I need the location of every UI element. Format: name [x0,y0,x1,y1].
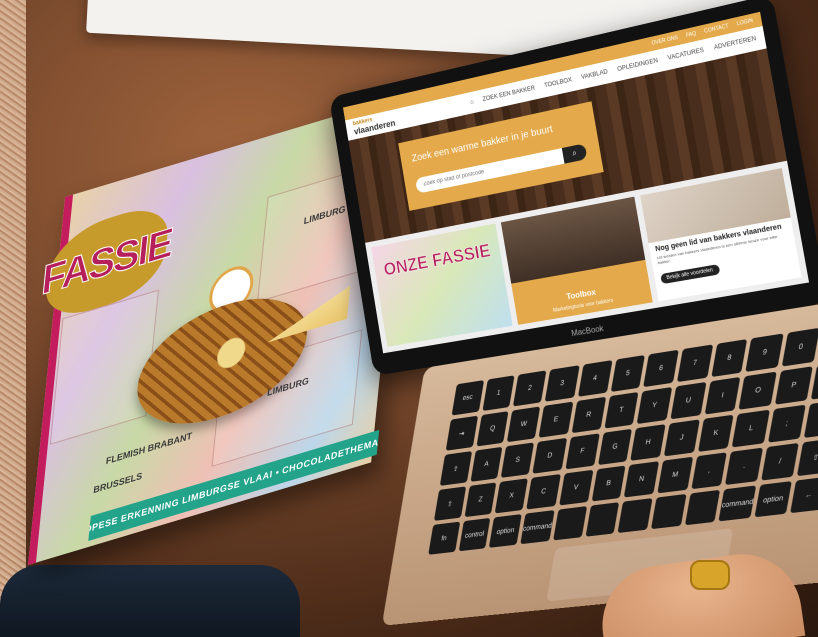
keyboard-key[interactable]: 6 [643,349,679,388]
topbar-link[interactable]: CONTACT [704,23,729,35]
keyboard-key[interactable]: command [520,510,555,545]
keyboard-key[interactable] [650,493,687,530]
nav-item[interactable]: TOOLBOX [544,77,572,89]
nav-item[interactable]: VAKBLAD [581,69,608,81]
keyboard-key[interactable]: 3 [544,365,580,402]
keyboard-key[interactable]: command [718,485,757,522]
keyboard-key[interactable]: S [501,442,535,478]
keyboard-key[interactable]: P [775,366,813,405]
keyboard-key[interactable]: 0 [781,327,818,367]
keyboard-key[interactable]: control [458,517,491,552]
keyboard-key[interactable]: A [470,446,503,482]
keyboard-key[interactable]: U [670,381,707,420]
sofa-corner [0,565,300,637]
topbar-link[interactable]: FAQ [686,31,697,39]
keyboard-key[interactable] [585,502,620,537]
keyboard-key[interactable]: . [725,447,764,485]
keyboard-key[interactable] [553,506,587,541]
keyboard-key[interactable]: G [597,428,633,466]
card-membership: Nog geen lid van bakkers vlaanderen Lid … [639,168,802,302]
keyboard-key[interactable]: V [559,469,594,506]
home-icon[interactable]: ⌂ [470,99,474,105]
keyboard-key[interactable]: ⇪ [439,451,472,486]
card-magazine[interactable]: ONZE FASSIE [371,223,513,347]
keyboard-key[interactable]: K [697,414,735,452]
keyboard-key[interactable]: 1 [482,375,515,412]
card-toolbox[interactable]: Toolbox Marketingtools voor bakkers [501,196,653,325]
nav-item[interactable]: VACATURES [667,48,704,62]
keyboard-key[interactable] [617,498,653,533]
keyboard-key[interactable]: N [624,461,660,498]
keyboard-key[interactable]: Q [476,411,509,447]
membership-button[interactable]: Bekijk alle voordelen [659,264,720,285]
keyboard-key[interactable]: C [526,474,561,510]
photo-scene: FASSIE LIMBURG FLEMISH BRABANT BRUSSELS … [0,0,818,637]
keyboard-key[interactable]: 9 [745,333,784,372]
gold-ring [690,560,730,590]
keyboard-key[interactable]: 5 [610,354,646,393]
keyboard-key[interactable]: Y [636,386,673,425]
keyboard-key[interactable]: T [604,391,639,429]
keyboard-key[interactable]: 4 [577,360,613,397]
card-magazine-logo: ONZE FASSIE [382,240,493,280]
keyboard-key[interactable]: 8 [711,339,748,378]
keyboard-key[interactable]: E [538,401,574,438]
map-label: BRUSSELS [92,470,143,496]
keyboard-key[interactable] [684,489,721,526]
keyboard-key[interactable]: / [761,442,799,481]
keyboard-key[interactable]: X [495,478,529,514]
keyboard-key[interactable]: , [691,452,728,490]
keyboard-key[interactable]: I [704,376,741,415]
keyboard-key[interactable]: H [630,424,666,461]
search-icon[interactable]: ⌕ [561,143,588,164]
keyboard-key[interactable]: D [532,437,568,474]
keyboard-key[interactable]: M [657,456,693,494]
topbar-link[interactable]: LOGIN [736,18,753,28]
keyboard-key[interactable]: W [507,406,541,443]
keyboard-key[interactable]: ⇧ [796,438,818,477]
keyboard-key[interactable]: ← [789,476,818,514]
nav-item[interactable]: OPLEIDINGEN [617,58,658,73]
keyboard-key[interactable]: 2 [513,370,547,407]
nav-item[interactable]: ADVERTEREN [714,36,757,51]
keyboard-key[interactable]: J [663,419,700,457]
keyboard-key[interactable]: option [489,514,522,548]
keyboard-key[interactable]: O [738,371,777,410]
map-label: FLEMISH BRABANT [105,430,193,467]
keyboard-key[interactable]: Z [464,482,497,518]
keyboard-key[interactable]: ' [803,399,818,439]
keyboard-key[interactable]: R [571,396,606,434]
cork-board-edge [0,0,26,637]
keyboard-key[interactable]: 7 [676,344,713,383]
keyboard-key[interactable]: ; [768,404,806,443]
keyboard-key[interactable]: esc [451,380,484,416]
keyboard-key[interactable]: ⇧ [433,486,466,521]
keyboard-key[interactable]: B [591,465,626,502]
keyboard-key[interactable]: L [732,409,771,448]
keyboard-key[interactable]: F [565,433,600,470]
keyboard-key[interactable]: option [754,481,792,518]
keyboard-key[interactable]: fn [428,521,460,555]
keyboard-key[interactable]: ⇥ [445,415,478,451]
